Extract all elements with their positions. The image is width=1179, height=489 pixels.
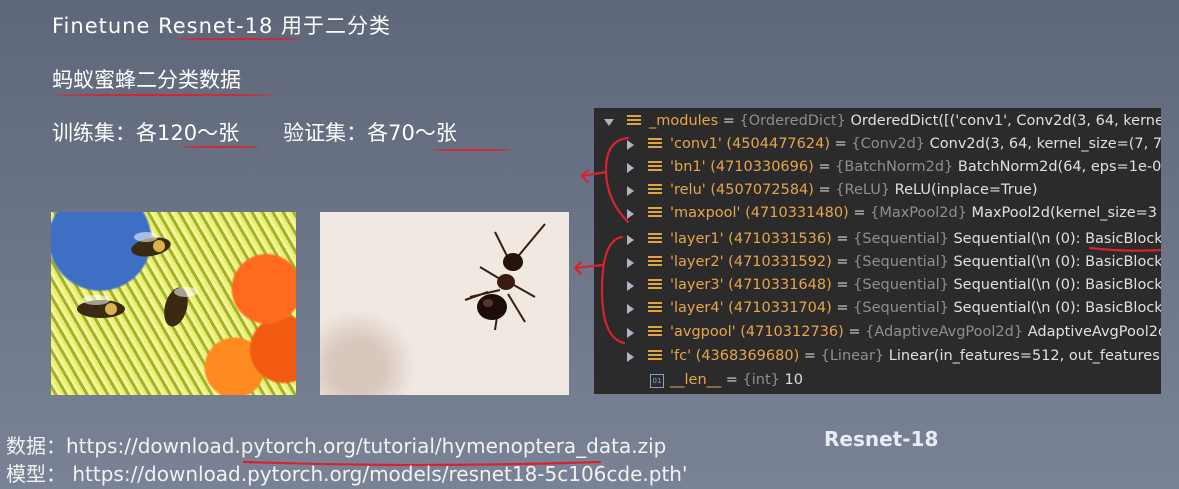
resnet-label: Resnet-18 — [824, 427, 939, 451]
arrow-residual-annotation — [573, 260, 605, 276]
red-annotations — [242, 136, 1162, 467]
basicblock-underline-annotation — [1088, 246, 1162, 252]
bracket-stem-layers-annotation — [604, 136, 630, 224]
source-links: 数据：https://download.pytorch.org/tutorial… — [6, 432, 687, 488]
model-source-link[interactable]: 模型： https://download.pytorch.org/models/… — [6, 460, 687, 488]
data-source-link[interactable]: 数据：https://download.pytorch.org/tutorial… — [6, 432, 687, 460]
bracket-residual-layers-annotation — [600, 235, 626, 345]
arrow-stem-annotation — [580, 168, 608, 184]
